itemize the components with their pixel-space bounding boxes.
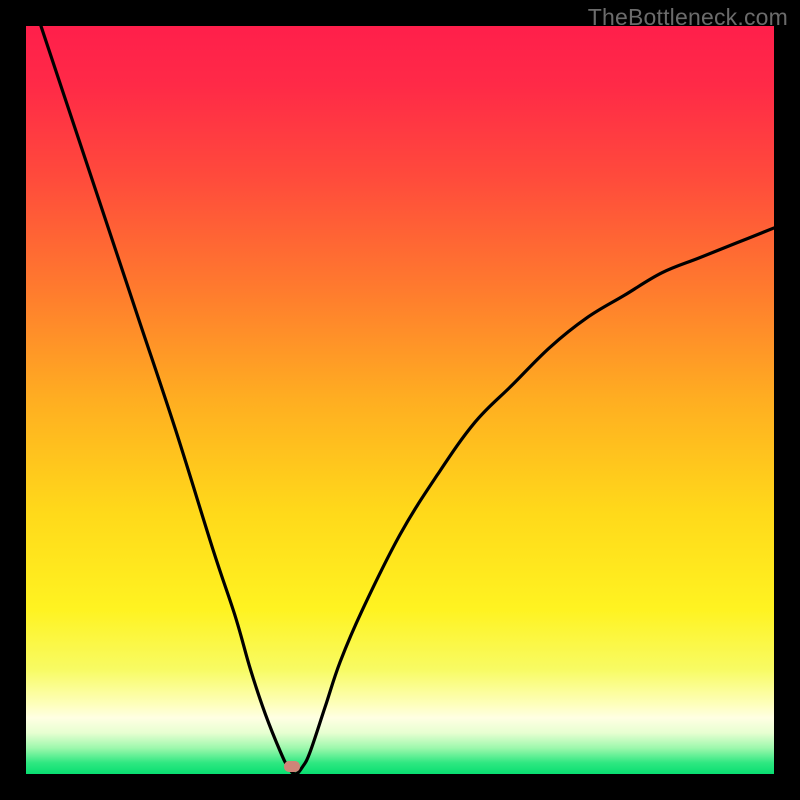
optimum-marker: [284, 761, 300, 772]
watermark-text: TheBottleneck.com: [588, 4, 788, 31]
bottleneck-curve: [26, 26, 774, 774]
chart-frame: [26, 26, 774, 774]
